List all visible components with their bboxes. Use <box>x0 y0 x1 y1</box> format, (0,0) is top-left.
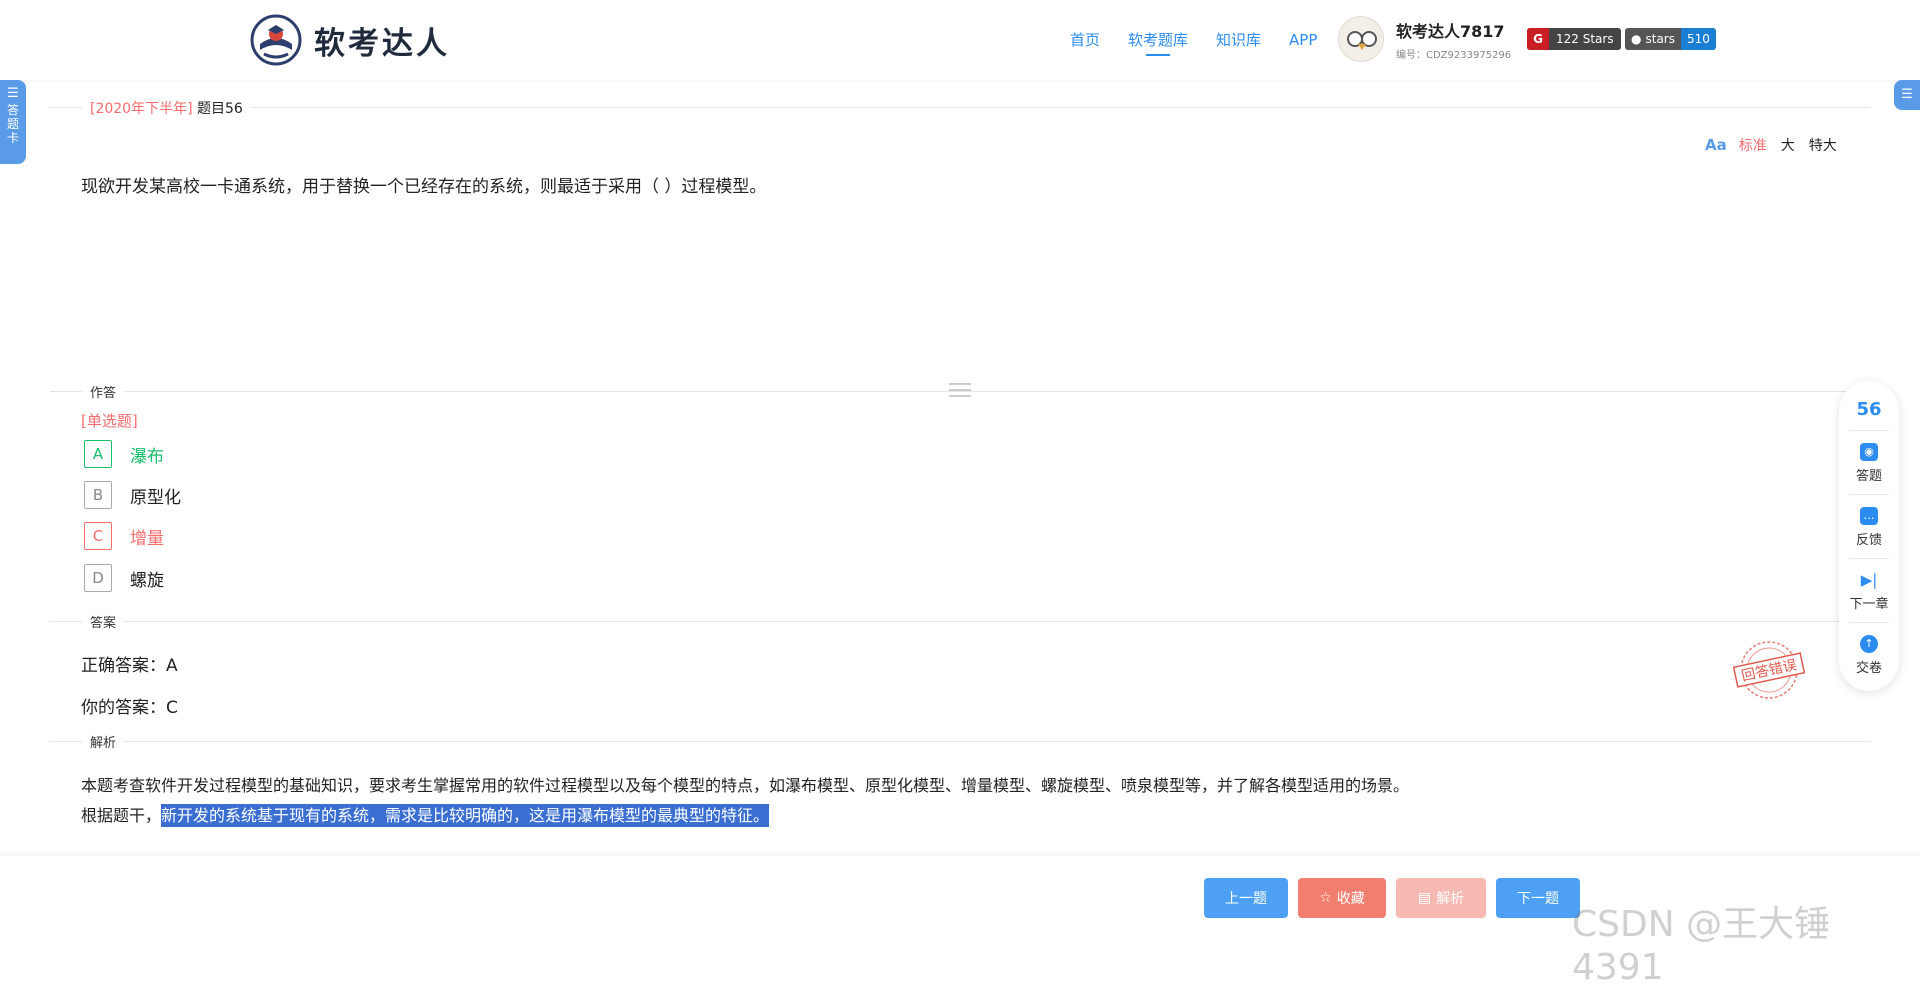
font-xlarge-option[interactable]: 特大 <box>1809 135 1837 155</box>
top-navbar: 软考达人 首页 软考题库 知识库 APP 软考达人7817 编号：CDZ9233… <box>0 0 1920 80</box>
site-logo[interactable]: 软考达人 <box>250 14 450 66</box>
divider <box>50 107 1870 108</box>
section-label-result: 答案 <box>82 612 125 631</box>
gitee-stars-count: 122 Stars <box>1556 32 1614 46</box>
feedback-label: 反馈 <box>1855 533 1882 548</box>
floating-action-panel: 56 ◉ 答题 … 反馈 ▶| 下一章 ↑ 交卷 <box>1839 381 1899 691</box>
next-chapter-label: 下一章 <box>1849 597 1889 612</box>
divider <box>50 741 1870 742</box>
star-icon: ☆ <box>1319 890 1332 906</box>
prev-question-button[interactable]: 上一题 <box>1204 878 1288 918</box>
option-letter: B <box>84 481 112 509</box>
nav-app[interactable]: APP <box>1289 0 1317 80</box>
drag-handle[interactable] <box>949 383 971 401</box>
option-letter: A <box>84 440 112 468</box>
divider <box>50 621 1870 622</box>
github-stars-count: 510 <box>1680 28 1716 50</box>
user-profile[interactable]: 软考达人7817 编号：CDZ9233975296 <box>1338 16 1511 62</box>
feedback-button[interactable]: … 反馈 <box>1839 507 1899 548</box>
favorite-button[interactable]: ☆ 收藏 <box>1298 878 1386 918</box>
nav-home[interactable]: 首页 <box>1070 0 1100 80</box>
next-chapter-button[interactable]: ▶| 下一章 <box>1839 571 1899 612</box>
option-letter: D <box>84 564 112 592</box>
answer-card-tab[interactable]: ☰ 答题卡 <box>0 80 26 164</box>
option-text: 瀑布 <box>130 446 164 467</box>
analysis-highlight: 新开发的系统基于现有的系统，需求是比较明确的，这是用瀑布模型的最典型的特征。 <box>161 804 770 827</box>
github-stars-badge[interactable]: ● stars 510 <box>1625 28 1716 50</box>
font-large-option[interactable]: 大 <box>1781 135 1795 155</box>
list-icon: ☰ <box>7 86 19 101</box>
github-stars-label: stars <box>1645 32 1675 46</box>
user-name: 软考达人7817 <box>1396 21 1505 41</box>
analysis-button[interactable]: ▤ 解析 <box>1396 878 1486 918</box>
arrow-up-icon: ↑ <box>1860 635 1878 653</box>
option-c[interactable]: C 增量 <box>84 521 164 551</box>
logo-text: 软考达人 <box>314 25 450 62</box>
option-b[interactable]: B 原型化 <box>84 480 181 510</box>
gitee-icon: G <box>1527 28 1549 50</box>
question-type: [单选题] <box>81 412 138 430</box>
analysis-line-2: 根据题干，新开发的系统基于现有的系统，需求是比较明确的，这是用瀑布模型的最典型的… <box>81 802 770 827</box>
chat-icon: … <box>1860 507 1878 525</box>
lightbulb-icon: ◉ <box>1860 443 1878 461</box>
answer-card-label: 答题卡 <box>6 103 19 145</box>
analysis-line-1: 本题考查软件开发过程模型的基础知识，要求考生掌握常用的软件过程模型以及每个模型的… <box>81 776 1410 795</box>
analysis-label: 解析 <box>1436 891 1465 907</box>
answer-label: 答题 <box>1855 469 1882 484</box>
correct-answer: 正确答案：A <box>81 656 178 676</box>
question-tag: [2020年下半年] 题目56 <box>82 98 251 118</box>
wrong-answer-stamp: 回答错误 <box>1732 641 1806 699</box>
user-id: 编号：CDZ9233975296 <box>1396 49 1512 61</box>
option-d[interactable]: D 螺旋 <box>84 563 164 593</box>
next-question-button[interactable]: 下一题 <box>1496 878 1580 918</box>
watermark: CSDN @王大锤4391 <box>1572 904 1831 988</box>
main-nav: 首页 软考题库 知识库 APP <box>1070 0 1345 80</box>
section-label-analysis: 解析 <box>82 732 125 751</box>
gitee-stars-badge[interactable]: G 122 Stars <box>1527 28 1621 50</box>
your-answer: 你的答案：C <box>81 698 178 718</box>
option-letter: C <box>84 522 112 550</box>
next-label: 下一题 <box>1517 891 1559 907</box>
exam-year-tag: [2020年下半年] <box>90 101 193 117</box>
question-number: 题目56 <box>197 101 243 117</box>
answer-button[interactable]: ◉ 答题 <box>1839 443 1899 484</box>
prev-label: 上一题 <box>1225 891 1267 907</box>
font-size-options: Aa 标准 大 特大 <box>1705 135 1851 155</box>
option-text: 原型化 <box>130 487 181 508</box>
right-menu-tab[interactable]: ☰ <box>1894 80 1920 110</box>
option-text: 增量 <box>130 528 164 549</box>
document-icon: ▤ <box>1417 890 1432 906</box>
option-a[interactable]: A 瀑布 <box>84 439 164 469</box>
current-question-number: 56 <box>1856 399 1882 420</box>
skip-next-icon: ▶| <box>1860 571 1878 589</box>
submit-label: 交卷 <box>1855 661 1882 676</box>
font-standard-option[interactable]: 标准 <box>1739 135 1767 155</box>
font-size-icon: Aa <box>1705 136 1727 154</box>
avatar[interactable] <box>1338 16 1384 62</box>
option-text: 螺旋 <box>130 570 164 591</box>
nav-question-bank[interactable]: 软考题库 <box>1128 0 1188 80</box>
favorite-label: 收藏 <box>1336 891 1365 907</box>
analysis-prefix: 根据题干， <box>81 806 162 825</box>
list-icon: ☰ <box>1901 87 1913 102</box>
section-label-answer: 作答 <box>82 382 125 401</box>
question-text: 现欲开发某高校一卡通系统，用于替换一个已经存在的系统，则最适于采用（ ）过程模型… <box>81 177 767 197</box>
github-icon: ● <box>1631 32 1642 46</box>
logo-icon <box>250 14 302 66</box>
nav-knowledge-base[interactable]: 知识库 <box>1216 0 1261 80</box>
submit-button[interactable]: ↑ 交卷 <box>1839 635 1899 676</box>
divider <box>50 391 1870 392</box>
